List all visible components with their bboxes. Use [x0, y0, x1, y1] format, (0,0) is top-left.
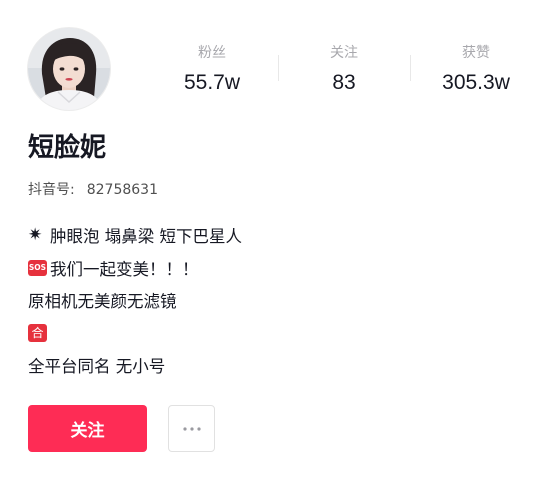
douyin-id: 抖音号: 82758631 [28, 180, 158, 200]
he-icon: 合 [28, 323, 47, 342]
sos-icon: SOS [28, 259, 47, 276]
bio-line-5-text: 全平台同名 无小号 [28, 357, 166, 377]
bio-line-3-text: 原相机无美颜无滤镜 [28, 292, 177, 312]
stat-likes[interactable]: 获赞 305.3w [410, 44, 542, 100]
stat-following-value: 83 [332, 71, 356, 94]
bio-line-2-text: 我们一起变美！！！ [50, 259, 199, 279]
stat-likes-value: 305.3w [442, 71, 510, 94]
bio-line-4: 合 [28, 317, 528, 350]
nickname: 短脸妮 [28, 133, 107, 163]
stats-bar: 粉丝 55.7w 关注 83 获赞 305.3w [146, 44, 542, 100]
bio-line-5: 全平台同名 无小号 [28, 349, 528, 382]
avatar[interactable] [28, 28, 110, 110]
bio-line-2: SOS 我们一起变美！！！ [28, 252, 528, 285]
stat-likes-label: 获赞 [462, 45, 490, 61]
bio: ✷ 肿眼泡 塌鼻梁 短下巴星人 SOS 我们一起变美！！！ 原相机无美颜无滤镜 … [28, 219, 528, 382]
more-dots-icon [182, 426, 201, 431]
stat-followers[interactable]: 粉丝 55.7w [146, 44, 278, 100]
stat-following-label: 关注 [330, 45, 358, 61]
bio-line-1-text: 肿眼泡 塌鼻梁 短下巴星人 [50, 227, 242, 247]
more-button[interactable] [168, 405, 215, 452]
douyin-id-value: 82758631 [86, 182, 158, 198]
stat-followers-label: 粉丝 [198, 45, 226, 61]
bio-line-3: 原相机无美颜无滤镜 [28, 284, 528, 317]
stat-followers-value: 55.7w [183, 71, 241, 94]
stat-following[interactable]: 关注 83 [278, 44, 410, 100]
follow-button[interactable]: 关注 [28, 405, 147, 452]
sparkle-icon: ✷ [28, 225, 43, 246]
douyin-id-label: 抖音号: [28, 182, 75, 198]
avatar-image [28, 28, 110, 110]
bio-line-1: ✷ 肿眼泡 塌鼻梁 短下巴星人 [28, 219, 528, 252]
